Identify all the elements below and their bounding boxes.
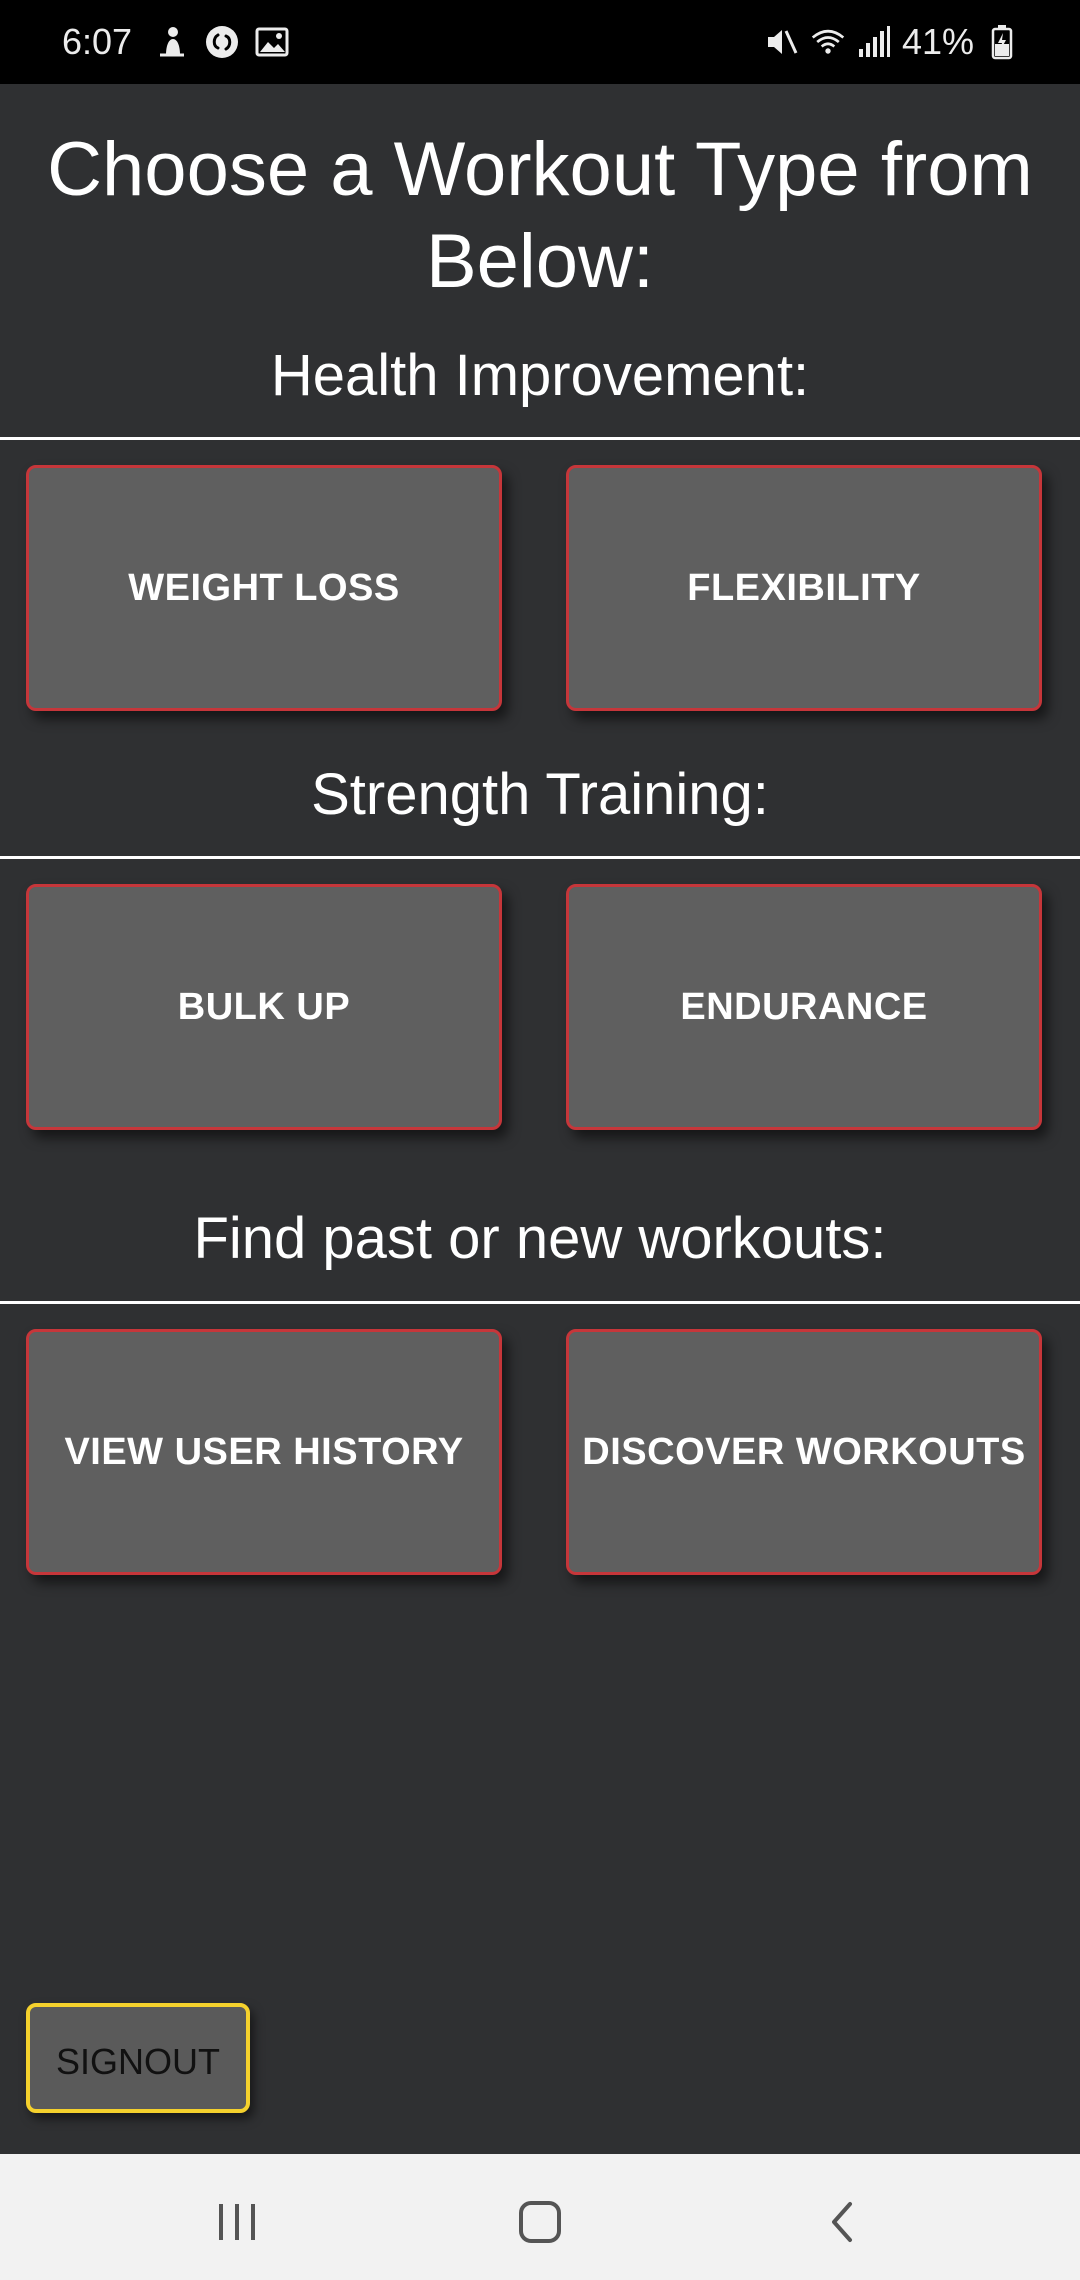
status-bar: 6:07 41% [0, 0, 1080, 84]
battery-charging-icon [984, 24, 1020, 60]
home-icon[interactable] [500, 2182, 580, 2262]
section-heading-health-improvement: Health Improvement: [270, 343, 810, 408]
divider [0, 437, 1080, 440]
section-heading-find-workouts: Find past or new workouts: [193, 1206, 887, 1271]
battery-percent: 41% [901, 21, 974, 62]
divider [0, 856, 1080, 859]
page-title: Choose a Workout Type from Below: [47, 127, 1033, 304]
section-heading-strength-training: Strength Training: [311, 762, 769, 827]
discover-workouts-button[interactable]: DISCOVER WORKOUTS [566, 1329, 1042, 1575]
signout-label: SIGNOUT [55, 2041, 220, 2082]
weight-loss-button[interactable]: WEIGHT LOSS [26, 465, 502, 711]
status-time: 6:07 [62, 21, 133, 62]
bulk-up-button[interactable]: BULK UP [26, 884, 502, 1130]
signout-button[interactable]: SIGNOUT [26, 2003, 250, 2113]
status-right: 41% [764, 0, 1020, 84]
flexibility-label: FLEXIBILITY [687, 566, 921, 609]
shazam-icon [204, 24, 240, 60]
navigation-bar [0, 2154, 1080, 2280]
signal-icon [856, 24, 892, 60]
divider [0, 1301, 1080, 1304]
endurance-button[interactable]: ENDURANCE [566, 884, 1042, 1130]
weight-loss-label: WEIGHT LOSS [128, 566, 400, 609]
notification-person-icon [154, 24, 190, 60]
discover-workouts-label: DISCOVER WORKOUTS [582, 1430, 1026, 1473]
recent-apps-icon[interactable] [197, 2182, 277, 2262]
endurance-label: ENDURANCE [680, 985, 928, 1028]
mute-vibrate-icon [764, 24, 800, 60]
gallery-image-icon [254, 24, 290, 60]
app-content: Choose a Workout Type from Below: Health… [0, 84, 1080, 2154]
status-left: 6:07 [62, 0, 290, 84]
view-user-history-label: VIEW USER HISTORY [64, 1430, 464, 1473]
back-icon[interactable] [801, 2182, 881, 2262]
wifi-icon [810, 24, 846, 60]
flexibility-button[interactable]: FLEXIBILITY [566, 465, 1042, 711]
view-user-history-button[interactable]: VIEW USER HISTORY [26, 1329, 502, 1575]
bulk-up-label: BULK UP [177, 985, 351, 1028]
